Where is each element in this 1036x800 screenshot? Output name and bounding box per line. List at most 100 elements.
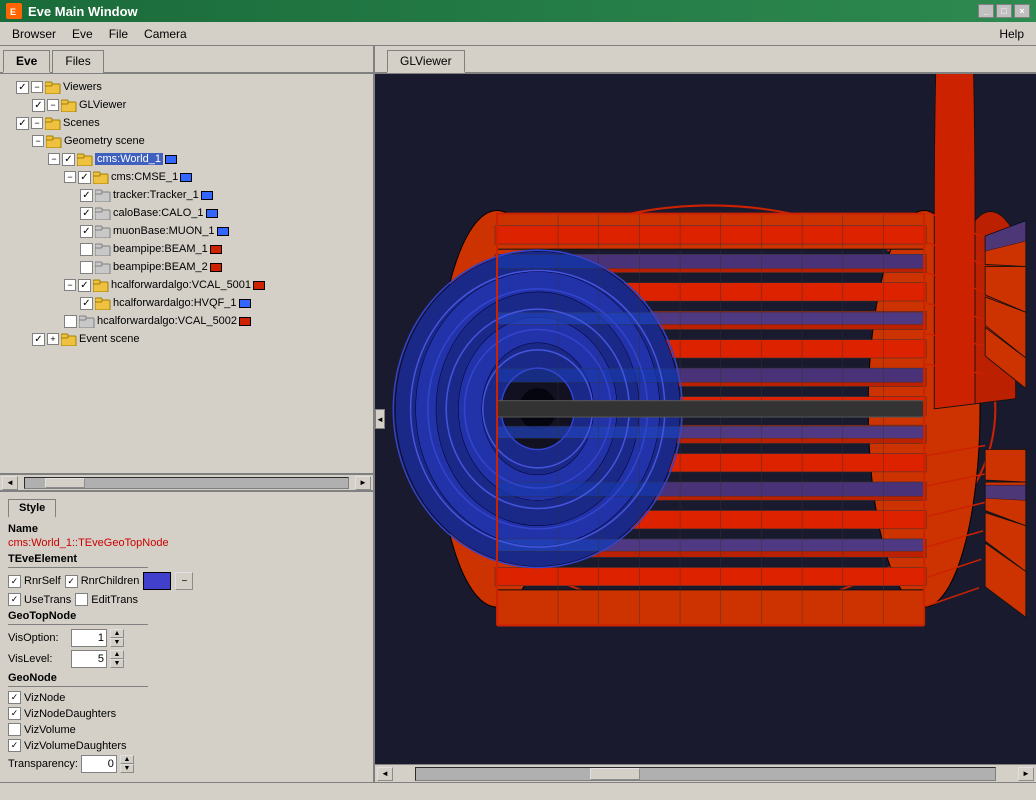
viznodedaughters-row: VizNodeDaughters — [8, 707, 365, 720]
visoption-up[interactable]: ▲ — [110, 629, 124, 638]
tree-item-world1[interactable]: − cms:World_1 — [0, 150, 373, 168]
tree-item-calo[interactable]: caloBase:CALO_1 — [0, 204, 373, 222]
viznode-check-label[interactable]: VizNode — [8, 691, 65, 704]
vislevel-arrows: ▲ ▼ — [110, 650, 124, 668]
label-geoscene: Geometry scene — [64, 135, 145, 147]
tree-item-geoscene[interactable]: − Geometry scene — [0, 132, 373, 150]
checkbox-beam2[interactable] — [80, 261, 93, 274]
expand-viewers[interactable]: − — [31, 81, 43, 93]
folder-icon-hvqf — [95, 297, 111, 310]
tree-item-hvqf[interactable]: hcalforwardalgo:HVQF_1 — [0, 294, 373, 312]
rnrself-checkbox[interactable] — [8, 575, 21, 588]
tree-item-tracker[interactable]: tracker:Tracker_1 — [0, 186, 373, 204]
tree-item-eventscene[interactable]: + Event scene — [0, 330, 373, 348]
transparency-input[interactable] — [81, 755, 117, 773]
tree-item-muon[interactable]: muonBase:MUON_1 — [0, 222, 373, 240]
maximize-button[interactable]: □ — [996, 4, 1012, 18]
glviewer-tab-bar: GLViewer — [375, 46, 1036, 74]
edittrans-check-label[interactable]: EditTrans — [75, 593, 138, 606]
checkbox-viewers[interactable] — [16, 81, 29, 94]
color-pick-button[interactable]: − — [175, 572, 193, 590]
vizvolume-checkbox[interactable] — [8, 723, 21, 736]
menu-camera[interactable]: Camera — [136, 25, 195, 43]
gl-scroll-left[interactable]: ◄ — [377, 767, 393, 781]
label-beam1: beampipe:BEAM_1 — [113, 243, 208, 255]
vizvolume-check-label[interactable]: VizVolume — [8, 723, 76, 736]
expand-hcal5001[interactable]: − — [64, 279, 76, 291]
visoption-input[interactable] — [71, 629, 107, 647]
checkbox-glviewer[interactable] — [32, 99, 45, 112]
rnrchildren-checkbox[interactable] — [65, 575, 78, 588]
checkbox-muon[interactable] — [80, 225, 93, 238]
folder-icon-geoscene — [46, 135, 62, 148]
label-beam2: beampipe:BEAM_2 — [113, 261, 208, 273]
style-tab-style[interactable]: Style — [8, 499, 56, 518]
checkbox-cmse1[interactable] — [78, 171, 91, 184]
expand-geoscene[interactable]: − — [32, 135, 44, 147]
vizvolumedaughters-check-label[interactable]: VizVolumeDaughters — [8, 739, 127, 752]
expand-cmse1[interactable]: − — [64, 171, 76, 183]
rnrself-check-label[interactable]: RnrSelf — [8, 575, 61, 588]
tree-view[interactable]: − Viewers − GLViewer — [0, 74, 373, 474]
vislevel-down[interactable]: ▼ — [110, 659, 124, 668]
checkbox-hcal5001[interactable] — [78, 279, 91, 292]
expand-glviewer[interactable]: − — [47, 99, 59, 111]
checkbox-beam1[interactable] — [80, 243, 93, 256]
label-viewers: Viewers — [63, 81, 102, 93]
tree-item-glviewer[interactable]: − GLViewer — [0, 96, 373, 114]
rnrchildren-check-label[interactable]: RnrChildren — [65, 575, 140, 588]
expand-scenes[interactable]: − — [31, 117, 43, 129]
tree-item-cmse1[interactable]: − cms:CMSE_1 — [0, 168, 373, 186]
hscroll-thumb[interactable] — [45, 478, 85, 488]
tree-item-hcal5002[interactable]: hcalforwardalgo:VCAL_5002 — [0, 312, 373, 330]
checkbox-tracker[interactable] — [80, 189, 93, 202]
checkbox-world1[interactable] — [62, 153, 75, 166]
viznode-checkbox[interactable] — [8, 691, 21, 704]
color-swatch[interactable] — [143, 572, 171, 590]
usetrans-checkbox[interactable] — [8, 593, 21, 606]
menu-file[interactable]: File — [101, 25, 136, 43]
menu-browser[interactable]: Browser — [4, 25, 64, 43]
tree-item-hcal5001[interactable]: − hcalforwardalgo:VCAL_5001 — [0, 276, 373, 294]
vislevel-input[interactable] — [71, 650, 107, 668]
panel-resize-arrow[interactable]: ◄ — [375, 409, 385, 429]
menu-eve[interactable]: Eve — [64, 25, 101, 43]
visoption-down[interactable]: ▼ — [110, 638, 124, 647]
edittrans-checkbox[interactable] — [75, 593, 88, 606]
hscroll-track[interactable] — [24, 477, 349, 489]
left-panel: Eve Files − Viewers — [0, 46, 375, 782]
detector-svg — [375, 74, 1036, 764]
viznodedaughters-check-label[interactable]: VizNodeDaughters — [8, 707, 116, 720]
hscroll-right[interactable]: ► — [355, 476, 371, 490]
gl-scroll-right[interactable]: ► — [1018, 767, 1034, 781]
viznodedaughters-checkbox[interactable] — [8, 707, 21, 720]
transparency-up[interactable]: ▲ — [120, 755, 134, 764]
folder-icon-tracker — [95, 189, 111, 202]
checkbox-hcal5002[interactable] — [64, 315, 77, 328]
checkbox-eventscene[interactable] — [32, 333, 45, 346]
tree-item-viewers[interactable]: − Viewers — [0, 78, 373, 96]
gl-canvas[interactable]: ◄ — [375, 74, 1036, 764]
checkbox-calo[interactable] — [80, 207, 93, 220]
gl-hscroll-track[interactable] — [415, 767, 996, 781]
expand-world1[interactable]: − — [48, 153, 60, 165]
minimize-button[interactable]: _ — [978, 4, 994, 18]
checkbox-hvqf[interactable] — [80, 297, 93, 310]
transparency-down[interactable]: ▼ — [120, 764, 134, 773]
menu-help[interactable]: Help — [991, 25, 1032, 43]
vislevel-up[interactable]: ▲ — [110, 650, 124, 659]
checkbox-scenes[interactable] — [16, 117, 29, 130]
usetrans-check-label[interactable]: UseTrans — [8, 593, 71, 606]
tree-item-beam2[interactable]: beampipe:BEAM_2 — [0, 258, 373, 276]
close-button[interactable]: × — [1014, 4, 1030, 18]
hscroll-left[interactable]: ◄ — [2, 476, 18, 490]
gl-hscroll-thumb[interactable] — [590, 768, 640, 780]
expand-eventscene[interactable]: + — [47, 333, 59, 345]
tab-eve[interactable]: Eve — [3, 50, 50, 73]
vizvolumedaughters-checkbox[interactable] — [8, 739, 21, 752]
tab-glviewer[interactable]: GLViewer — [387, 50, 465, 73]
main-content: Eve Files − Viewers — [0, 46, 1036, 800]
tree-item-scenes[interactable]: − Scenes — [0, 114, 373, 132]
tab-files[interactable]: Files — [52, 50, 103, 73]
tree-item-beam1[interactable]: beampipe:BEAM_1 — [0, 240, 373, 258]
